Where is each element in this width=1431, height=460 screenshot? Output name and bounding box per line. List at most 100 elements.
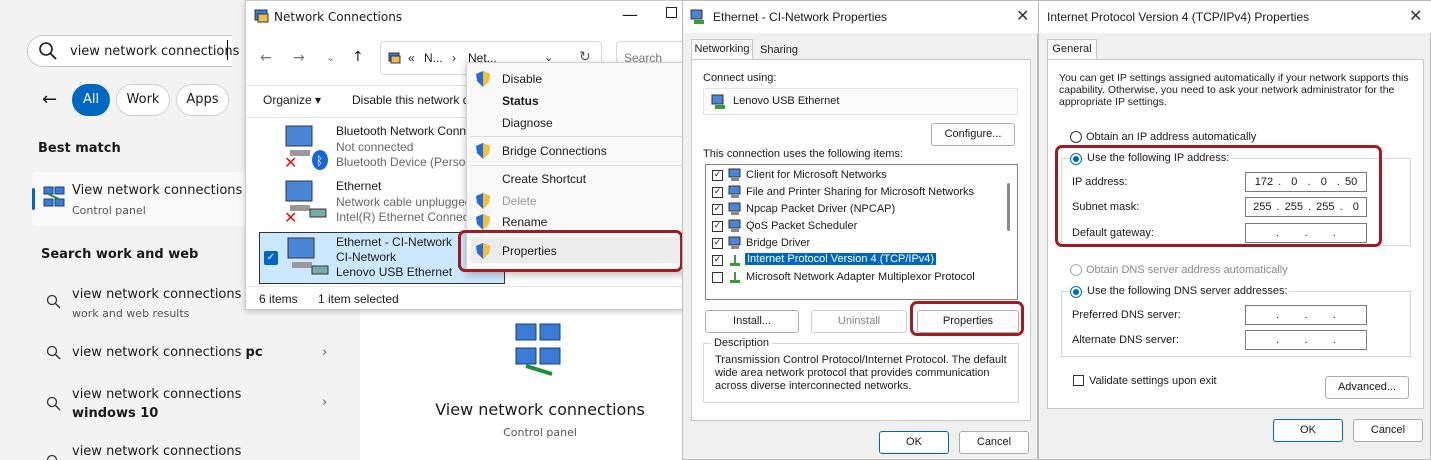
disable-network-button[interactable]: Disable this network d — [352, 93, 469, 107]
address-separator: › — [452, 51, 456, 65]
ok-button[interactable]: OK — [879, 431, 949, 454]
connection-device: Intel(R) Ethernet Connect — [336, 210, 473, 224]
auto-ip-label[interactable]: Obtain an IP address automatically — [1086, 131, 1256, 143]
address-part[interactable]: N... — [424, 51, 443, 65]
dialog-title: Internet Protocol Version 4 (TCP/IPv4) P… — [1047, 10, 1310, 24]
menu-item-create-shortcut[interactable]: Create Shortcut — [502, 172, 586, 186]
suggestion-item[interactable]: view network connections pc › — [32, 338, 360, 370]
auto-ip-radio[interactable] — [1070, 131, 1082, 143]
network-adapter-icon — [690, 9, 704, 24]
text-cursor — [227, 40, 228, 60]
ethernet-icon: ✕ — [284, 180, 327, 225]
preferred-dns-label: Preferred DNS server: — [1072, 309, 1181, 321]
menu-separator — [471, 136, 681, 137]
alternate-dns-input[interactable]: . . . — [1245, 330, 1367, 350]
use-dns-radio[interactable] — [1070, 286, 1082, 298]
menu-separator — [471, 165, 681, 166]
menu-item-disable[interactable]: Disable — [502, 72, 542, 86]
install-button[interactable]: Install... — [705, 310, 799, 333]
menu-item-bridge-connections[interactable]: Bridge Connections — [502, 144, 607, 158]
tab-sharing[interactable]: Sharing — [755, 41, 803, 60]
use-dns-label[interactable]: Use the following DNS server addresses: — [1085, 285, 1290, 297]
protocol-icon — [730, 272, 740, 283]
component-item[interactable]: File and Printer Sharing for Microsoft N… — [746, 186, 974, 198]
component-item[interactable]: Bridge Driver — [746, 237, 810, 249]
ethernet-properties-dialog: Ethernet - CI-Network Properties ✕ Netwo… — [682, 0, 1039, 460]
minimize-icon[interactable]: — — [622, 5, 638, 24]
maximize-icon[interactable] — [666, 7, 677, 18]
window-title: Network Connections — [274, 10, 403, 24]
uac-shield-icon — [476, 214, 490, 230]
filter-apps[interactable]: Apps — [176, 84, 229, 116]
cancel-button[interactable]: Cancel — [959, 431, 1029, 454]
component-item[interactable]: Microsoft Network Adapter Multiplexor Pr… — [746, 271, 975, 283]
tab-general[interactable]: General — [1047, 39, 1097, 60]
menu-item-status[interactable]: Status — [502, 94, 539, 108]
validate-label[interactable]: Validate settings upon exit — [1089, 375, 1217, 387]
connection-status: CI-Network — [336, 250, 397, 264]
components-list[interactable]: ✓ Client for Microsoft Networks ✓ File a… — [705, 164, 1018, 300]
menu-item-delete: Delete — [502, 194, 537, 208]
advanced-button[interactable]: Advanced... — [1325, 376, 1409, 399]
component-item[interactable]: Npcap Packet Driver (NPCAP) — [746, 203, 895, 215]
intro-text: You can get IP settings assigned automat… — [1059, 72, 1409, 108]
component-checkbox[interactable] — [712, 272, 723, 283]
network-service-icon — [728, 202, 741, 215]
uninstall-button: Uninstall — [811, 310, 907, 333]
component-checkbox[interactable]: ✓ — [712, 170, 723, 181]
recent-dropdown-icon[interactable]: ⌄ — [326, 51, 335, 64]
protocol-icon — [730, 255, 740, 266]
highlight-box — [458, 230, 683, 272]
suggestion-item[interactable]: view network connections windows 10 › — [32, 382, 360, 428]
dialog-title: Ethernet - CI-Network Properties — [713, 10, 888, 24]
component-checkbox[interactable]: ✓ — [712, 255, 723, 266]
preferred-dns-input[interactable]: . . . — [1245, 305, 1367, 325]
chevron-right-icon: › — [322, 395, 328, 410]
tab-networking[interactable]: Networking — [691, 39, 753, 60]
svg-text:ᛒ: ᛒ — [316, 154, 323, 168]
filter-all[interactable]: All — [72, 84, 110, 116]
menu-item-diagnose[interactable]: Diagnose — [502, 116, 553, 130]
connect-using-label: Connect using: — [703, 72, 777, 84]
connection-name: Ethernet - CI-Network — [336, 235, 453, 249]
filter-work[interactable]: Work — [116, 84, 170, 116]
component-item[interactable]: QoS Packet Scheduler — [746, 220, 857, 232]
component-checkbox[interactable]: ✓ — [712, 221, 723, 232]
component-checkbox[interactable]: ✓ — [712, 187, 723, 198]
divider — [246, 286, 686, 287]
connection-name: Ethernet — [336, 179, 382, 193]
close-icon[interactable]: ✕ — [1016, 6, 1029, 25]
forward-arrow-icon[interactable]: → — [293, 50, 305, 66]
cancel-button[interactable]: Cancel — [1353, 419, 1423, 442]
menu-item-rename[interactable]: Rename — [502, 215, 547, 229]
network-service-icon — [728, 236, 741, 249]
suggestion-item[interactable]: view network connections — [32, 440, 360, 460]
component-item-selected[interactable]: Internet Protocol Version 4 (TCP/IPv4) — [745, 253, 937, 265]
back-arrow-icon[interactable]: ← — [260, 50, 272, 66]
preview-subtitle: Control panel — [503, 426, 577, 439]
close-icon[interactable]: ✕ — [1409, 6, 1422, 25]
selected-checkbox[interactable]: ✓ — [264, 251, 278, 265]
best-match-title: View network connections — [72, 183, 243, 198]
organize-menu[interactable]: Organize ▾ — [263, 93, 321, 107]
component-checkbox[interactable]: ✓ — [712, 238, 723, 249]
back-arrow-icon[interactable]: ← — [42, 89, 57, 110]
validate-checkbox[interactable] — [1073, 375, 1084, 386]
bluetooth-network-icon: ✕ ᛒ — [284, 125, 328, 170]
connection-device: Bluetooth Device (Person — [336, 155, 473, 169]
search-icon — [39, 42, 57, 60]
component-item[interactable]: Client for Microsoft Networks — [746, 169, 887, 181]
suggestion-text: view network connections pc — [72, 345, 263, 360]
preview-title: View network connections — [435, 400, 645, 419]
preview-pane: View network connections Control panel — [360, 300, 680, 460]
connection-name: Bluetooth Network Conn — [336, 124, 467, 138]
configure-button[interactable]: Configure... — [931, 123, 1015, 146]
ok-button[interactable]: OK — [1273, 419, 1343, 442]
best-match-heading: Best match — [38, 141, 121, 156]
up-arrow-icon[interactable]: ↑ — [352, 49, 364, 65]
uac-shield-icon — [476, 193, 490, 209]
scrollbar-thumb[interactable] — [1007, 183, 1010, 231]
status-item-count: 6 items — [259, 292, 298, 306]
suggestion-text: view network connections - S — [72, 287, 263, 302]
component-checkbox[interactable]: ✓ — [712, 204, 723, 215]
